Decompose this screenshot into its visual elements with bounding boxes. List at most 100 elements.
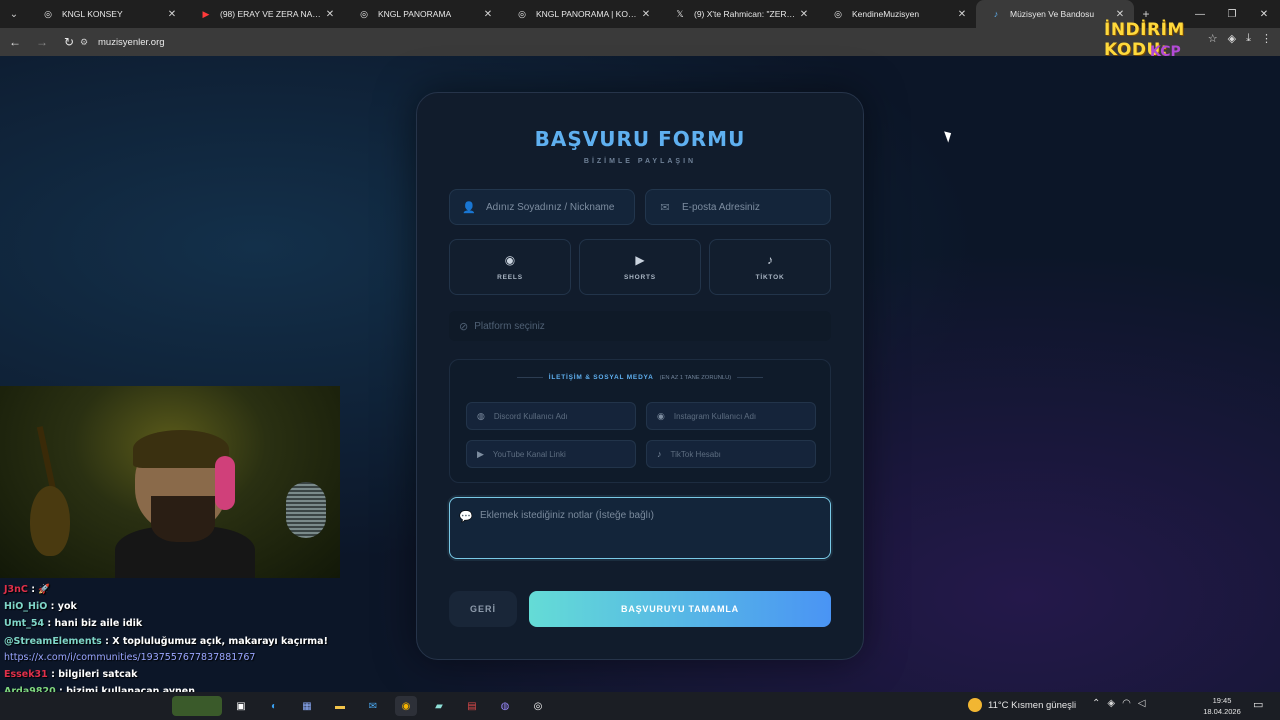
folder-icon[interactable]: ▬ bbox=[329, 696, 351, 716]
close-tab-icon[interactable]: ✕ bbox=[324, 9, 336, 20]
link-icon: ⊘ bbox=[459, 320, 469, 333]
chat-text: X topluluğumuz açık, makarayı kaçırma! bbox=[112, 636, 328, 647]
close-tab-icon[interactable]: ✕ bbox=[798, 9, 810, 20]
weather-sun-icon bbox=[968, 698, 982, 712]
clock-date: 18.04.2026 bbox=[1203, 707, 1241, 716]
task-view-icon[interactable]: ▣ bbox=[230, 696, 252, 716]
notes-placeholder: Eklemek istediğiniz notlar (İsteğe bağlı… bbox=[480, 510, 654, 521]
platform-option-shorts[interactable]: ▶ SHORTS bbox=[579, 239, 701, 295]
tiktok-icon: ♪ bbox=[767, 253, 773, 267]
mail-icon[interactable]: ✉ bbox=[362, 696, 384, 716]
close-tab-icon[interactable]: ✕ bbox=[482, 9, 494, 20]
email-input[interactable]: ✉ E-posta Adresiniz bbox=[645, 189, 831, 225]
tab[interactable]: ◎ KendineMuzisyen ✕ bbox=[818, 0, 976, 28]
browser-toolbar: ← → ↻ ⚙ muzisyenler.org ☆ ◈ ⤓ ⋮ bbox=[0, 28, 1280, 56]
chat-text: 🚀 bbox=[38, 584, 51, 595]
notes-textarea[interactable]: 💬 Eklemek istediğiniz notlar (İsteğe bağ… bbox=[449, 497, 831, 559]
chat-text: yok bbox=[57, 601, 77, 612]
divider bbox=[737, 377, 764, 378]
back-arrow-icon[interactable]: ← bbox=[3, 30, 27, 54]
envelope-icon: ✉ bbox=[660, 201, 670, 214]
stream-app-icon[interactable]: ▤ bbox=[461, 696, 483, 716]
globe-icon: ◎ bbox=[834, 8, 842, 19]
chat-overlay: J3nC : 🚀 HiO_HiO : yok Umt_54 : hani biz… bbox=[0, 582, 340, 698]
menu-icon[interactable]: ⋮ bbox=[1261, 32, 1272, 45]
back-button[interactable]: GERİ bbox=[449, 591, 517, 627]
chevron-up-icon[interactable]: ⌃ bbox=[1092, 698, 1100, 709]
streamer bbox=[115, 416, 255, 578]
user-icon: 👤 bbox=[462, 201, 476, 214]
tab-title: Müzisyen Ve Bandosu bbox=[1010, 9, 1095, 19]
tab-title: KNGL PANORAMA bbox=[378, 9, 452, 19]
close-tab-icon[interactable]: ✕ bbox=[640, 9, 652, 20]
chat-user: Essek31 bbox=[4, 669, 48, 680]
obs-icon[interactable]: ◎ bbox=[527, 696, 549, 716]
platform-option-reels[interactable]: ◉ REELS bbox=[449, 239, 571, 295]
globe-icon: ◎ bbox=[518, 8, 526, 19]
name-input[interactable]: 👤 Adınız Soyadınız / Nickname bbox=[449, 189, 635, 225]
tab-title: (98) ERAY VE ZERA NASIL TANIŞ bbox=[220, 9, 324, 19]
discord-icon[interactable]: ◍ bbox=[494, 696, 516, 716]
chat-text: hani biz aile idik bbox=[54, 618, 143, 629]
tab-title: KendineMuzisyen bbox=[852, 9, 920, 19]
volume-icon[interactable]: ◁ bbox=[1138, 698, 1146, 709]
edge-icon[interactable]: ◐ bbox=[263, 696, 285, 716]
tab-search-icon[interactable]: ⌄ bbox=[0, 0, 28, 28]
tab[interactable]: ▶ (98) ERAY VE ZERA NASIL TANIŞ ✕ bbox=[186, 0, 344, 28]
streamer-beard bbox=[151, 496, 215, 542]
url-text: muzisyenler.org bbox=[98, 36, 165, 48]
chat-link: https://x.com/i/communities/193755767783… bbox=[4, 652, 256, 663]
email-placeholder: E-posta Adresiniz bbox=[682, 201, 760, 213]
submit-button[interactable]: BAŞVURUYU TAMAMLA bbox=[529, 591, 831, 627]
youtube-input[interactable]: ▶ YouTube Kanal Linki bbox=[466, 440, 636, 468]
instagram-icon: ◉ bbox=[657, 410, 665, 421]
download-icon[interactable]: ⤓ bbox=[1246, 32, 1251, 45]
contact-section: İLETİŞİM & SOSYAL MEDYA (EN AZ 1 TANE ZO… bbox=[449, 359, 831, 483]
divider bbox=[516, 377, 543, 378]
chat-user: Umt_54 bbox=[4, 618, 45, 629]
clock[interactable]: 19:45 18.04.2026 bbox=[1200, 695, 1244, 717]
platform-option-tiktok[interactable]: ♪ TİKTOK bbox=[709, 239, 831, 295]
forward-arrow-icon[interactable]: → bbox=[30, 30, 54, 54]
address-bar[interactable]: ⚙ muzisyenler.org bbox=[80, 32, 1080, 52]
webcam-overlay bbox=[0, 386, 340, 578]
tab[interactable]: ◎ KNGL PANORAMA ✕ bbox=[344, 0, 502, 28]
tab[interactable]: 𝕏 (9) X'te Rahmican: "ZERA BEN H ✕ bbox=[660, 0, 818, 28]
contact-note: (EN AZ 1 TANE ZORUNLU) bbox=[659, 374, 732, 381]
platform-select-placeholder: Platform seçiniz bbox=[474, 320, 545, 332]
tab-title: KNGL PANORAMA | KONSEY Ö bbox=[536, 9, 640, 19]
weather-widget[interactable]: 11°C Kısmen güneşli bbox=[968, 698, 1076, 712]
wifi-icon[interactable]: ◠ bbox=[1122, 698, 1131, 709]
store-icon[interactable]: ▦ bbox=[296, 696, 318, 716]
tray-app-icon[interactable]: ◈ bbox=[1107, 698, 1115, 709]
chat-message: HiO_HiO : yok bbox=[4, 601, 77, 612]
platform-select[interactable]: ⊘ Platform seçiniz bbox=[449, 311, 831, 341]
discord-input[interactable]: ◍ Discord Kullanıcı Adı bbox=[466, 402, 636, 430]
tab-title: (9) X'te Rahmican: "ZERA BEN H bbox=[694, 9, 798, 19]
tab[interactable]: ◎ KNGL KONSEY ✕ bbox=[28, 0, 186, 28]
tiktok-placeholder: TikTok Hesabı bbox=[670, 449, 721, 459]
tab-bar: ⌄ ◎ KNGL KONSEY ✕ ▶ (98) ERAY VE ZERA NA… bbox=[0, 0, 1280, 28]
comment-icon: 💬 bbox=[459, 511, 473, 523]
instagram-icon: ◉ bbox=[504, 253, 516, 267]
taskbar: ▣ ◐ ▦ ▬ ✉ ◉ ▰ ▤ ◍ ◎ 11°C Kısmen güneşli … bbox=[0, 692, 1280, 720]
tiktok-icon: ♪ bbox=[657, 449, 662, 459]
chat-user: HiO_HiO bbox=[4, 601, 48, 612]
music-icon: ♪ bbox=[993, 9, 999, 19]
platform-label: TİKTOK bbox=[755, 274, 785, 281]
chat-message: J3nC : 🚀 bbox=[4, 584, 51, 595]
close-tab-icon[interactable]: ✕ bbox=[956, 9, 968, 20]
globe-icon: ◎ bbox=[360, 8, 368, 19]
instagram-placeholder: Instagram Kullanıcı Adı bbox=[673, 411, 757, 421]
close-window-icon[interactable]: ✕ bbox=[1248, 0, 1280, 28]
notification-icon[interactable]: ▭ bbox=[1253, 698, 1263, 711]
site-info-icon[interactable]: ⚙ bbox=[80, 37, 98, 48]
chrome-icon[interactable]: ◉ bbox=[395, 696, 417, 716]
close-tab-icon[interactable]: ✕ bbox=[166, 9, 178, 20]
reload-icon[interactable]: ↻ bbox=[57, 30, 81, 54]
tab[interactable]: ◎ KNGL PANORAMA | KONSEY Ö ✕ bbox=[502, 0, 660, 28]
thumbnail-icon[interactable] bbox=[172, 696, 222, 716]
instagram-input[interactable]: ◉ Instagram Kullanıcı Adı bbox=[646, 402, 816, 430]
tiktok-input[interactable]: ♪ TikTok Hesabı bbox=[646, 440, 816, 468]
notes-app-icon[interactable]: ▰ bbox=[428, 696, 450, 716]
